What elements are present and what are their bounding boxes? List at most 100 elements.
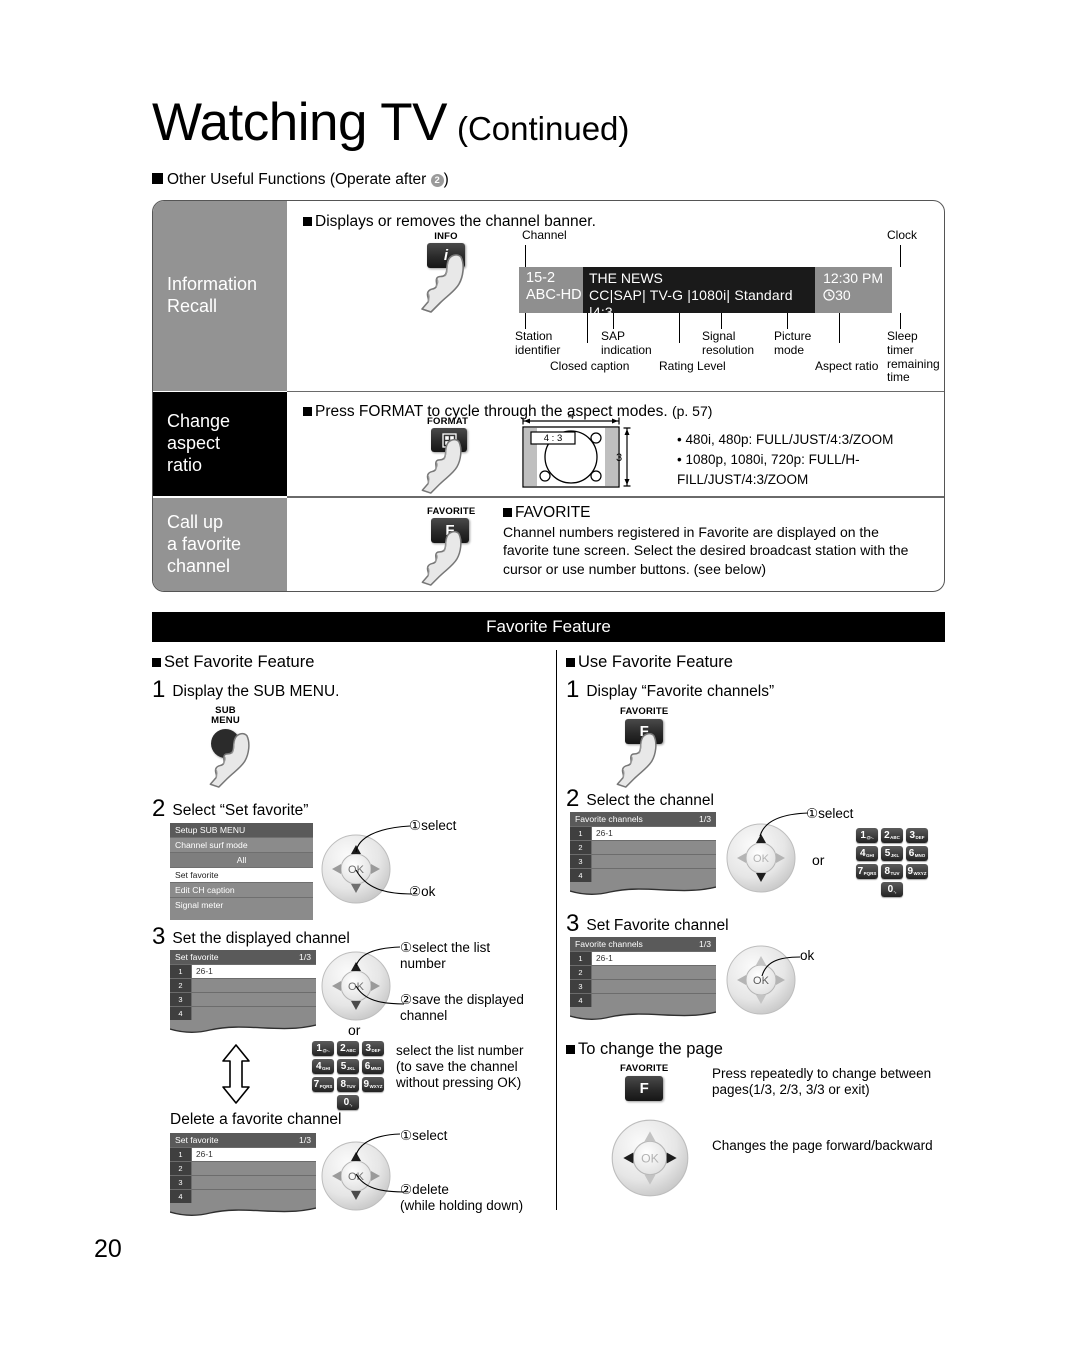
list-item-value [592, 841, 716, 854]
leader-line [587, 313, 588, 343]
list-item[interactable]: 1 26-1 [570, 951, 716, 965]
favorite-feature-bar-title: Favorite Feature [486, 617, 611, 636]
cursor-pad-icon: OK [611, 1119, 689, 1197]
numpad-key-1[interactable]: 1 @-. [312, 1041, 334, 1056]
osd-item-label: Channel surf mode [175, 840, 248, 850]
svg-text:OK: OK [641, 1151, 660, 1165]
sleep-timer-value: 30 [835, 287, 851, 304]
feature-row-call-up-favorite: Call up a favorite channel FAVORITE F FA… [153, 497, 944, 591]
list-item-number: 3 [170, 1176, 192, 1189]
favorite-body-text: Channel numbers registered in Favorite a… [503, 523, 909, 577]
osd-item-label: Signal meter [175, 900, 224, 910]
cursor-pad-change-page[interactable]: OK [610, 1118, 690, 1203]
list-item[interactable]: 4 [170, 1006, 316, 1020]
numpad-key-0[interactable]: 0 -, [881, 882, 903, 897]
numpad-key-4[interactable]: 4 GHI [856, 846, 878, 861]
leader-line [525, 245, 526, 267]
list-item[interactable]: 2 [570, 965, 716, 979]
list-item[interactable]: 1 26-1 [170, 964, 316, 978]
list-item[interactable]: 4 [170, 1189, 316, 1203]
banner-program-title: THE NEWS [589, 270, 663, 286]
banner-label-signal-resolution: Signal resolution [702, 329, 755, 357]
number-keypad-set[interactable]: 1 @-. 2 ABC 3 DEF 4 GHI 5 JKL 6 MNO 7 PQRS 8 TUV… [312, 1041, 384, 1110]
list-item[interactable]: 3 [170, 1175, 316, 1189]
other-useful-functions-label-tail: ) [443, 171, 449, 188]
osd-item-all[interactable]: All [170, 852, 313, 867]
list-item-number: 4 [570, 994, 592, 1007]
osd-item-channel-surf-mode[interactable]: Channel surf mode [170, 837, 313, 852]
numpad-key-7[interactable]: 7 PQRS [856, 864, 878, 879]
list-item-number: 2 [570, 841, 592, 854]
svg-text:4: 4 [568, 414, 574, 422]
step-number: 3 [152, 923, 166, 950]
numpad-key-3[interactable]: 3 DEF [906, 828, 928, 843]
change-page-note-2: Changes the page forward/backward [712, 1138, 933, 1153]
torn-edge-icon [170, 1203, 316, 1216]
number-keypad-use[interactable]: 1 @-. 2 ABC 3 DEF 4 GHI 5 JKL 6 MNO 7 PQRS 8 TUV… [856, 828, 928, 897]
numpad-key-7[interactable]: 7 PQRS [312, 1077, 334, 1092]
sidebar-text: Change aspect ratio [167, 411, 231, 476]
list-item-value [592, 980, 716, 993]
banner-label-rating-level: Rating Level [659, 359, 726, 373]
osd-item-set-favorite[interactable]: Set favorite [170, 867, 313, 882]
aspect-modes-list: • 480i, 480p: FULL/JUST/4:3/ZOOM • 1080p… [677, 430, 944, 489]
list-screen-set-favorite: Set favorite 1/3 1 26-1 2 3 4 [170, 950, 316, 1036]
numpad-key-5[interactable]: 5 JKL [881, 846, 903, 861]
numpad-key-2[interactable]: 2 ABC [881, 828, 903, 843]
svg-text:3: 3 [616, 452, 622, 464]
numpad-key-0[interactable]: 0 -, [337, 1095, 359, 1110]
favorite-button[interactable]: F [625, 1076, 664, 1101]
numpad-key-8[interactable]: 8 TUV [337, 1077, 359, 1092]
list-item[interactable]: 4 [570, 868, 716, 882]
numpad-key-1[interactable]: 1 @-. [856, 828, 878, 843]
numpad-key-6[interactable]: 6 MNO [362, 1059, 384, 1074]
osd-setup-sub-menu: Setup SUB MENU Channel surf mode All Set… [170, 823, 313, 920]
numpad-key-8[interactable]: 8 TUV [881, 864, 903, 879]
callout-use-select: ①select [806, 806, 854, 821]
numpad-key-2[interactable]: 2 ABC [337, 1041, 359, 1056]
list-title-bar: Favorite channels 1/3 [570, 937, 716, 951]
numpad-key-9[interactable]: 9 WXYZ [362, 1077, 384, 1092]
list-item[interactable]: 1 26-1 [570, 826, 716, 840]
osd-item-edit-ch-caption[interactable]: Edit CH caption [170, 882, 313, 897]
torn-edge-icon [170, 1020, 316, 1033]
callout-leader-delete-select [355, 1133, 401, 1156]
list-item[interactable]: 4 [570, 993, 716, 1007]
list-item-value [592, 994, 716, 1007]
numpad-key-4[interactable]: 4 GHI [312, 1059, 334, 1074]
square-bullet-icon [566, 658, 575, 667]
numpad-key-6[interactable]: 6 MNO [906, 846, 928, 861]
list-item[interactable]: 3 [570, 979, 716, 993]
list-item-number: 2 [170, 979, 192, 992]
square-bullet-icon [566, 1045, 575, 1054]
numpad-key-5[interactable]: 5 JKL [337, 1059, 359, 1074]
list-item[interactable]: 1 26-1 [170, 1147, 316, 1161]
column-divider [556, 650, 558, 1210]
favorite-description-block: FAVORITE Channel numbers registered in F… [503, 504, 923, 578]
sub-menu-button-label: SUB MENU [211, 705, 240, 727]
banner-label-sleep-timer: Sleep timer remaining time [887, 329, 940, 385]
list-item[interactable]: 3 [570, 854, 716, 868]
osd-item-signal-meter[interactable]: Signal meter [170, 897, 313, 912]
list-item[interactable]: 2 [170, 1161, 316, 1175]
list-item[interactable]: 2 [570, 840, 716, 854]
numpad-key-3[interactable]: 3 DEF [362, 1041, 384, 1056]
sidebar-label-call-up-favorite: Call up a favorite channel [153, 497, 287, 591]
list-item-number: 1 [570, 827, 592, 840]
list-title: Favorite channels [575, 814, 643, 824]
list-item[interactable]: 3 [170, 992, 316, 1006]
list-item-number: 1 [570, 952, 592, 965]
leader-line [900, 245, 901, 267]
banner-station-identifier: ABC-HD [526, 287, 582, 304]
use-step-3: 3 Set Favorite channel [566, 912, 729, 936]
list-screen-favorite-channels-step3: Favorite channels 1/3 1 26-1 2 3 4 [570, 937, 716, 1023]
list-item[interactable]: 2 [170, 978, 316, 992]
list-item-value [592, 855, 716, 868]
list-item-value: 26-1 [592, 952, 716, 965]
or-label-set: or [348, 1022, 361, 1038]
banner-label-picture-mode: Picture mode [774, 329, 812, 357]
osd-item-label: All [236, 855, 247, 865]
numpad-key-9[interactable]: 9 WXYZ [906, 864, 928, 879]
other-useful-functions-heading: Other Useful Functions (Operate after 2) [152, 171, 449, 189]
up-down-arrow-icon [222, 1044, 250, 1104]
